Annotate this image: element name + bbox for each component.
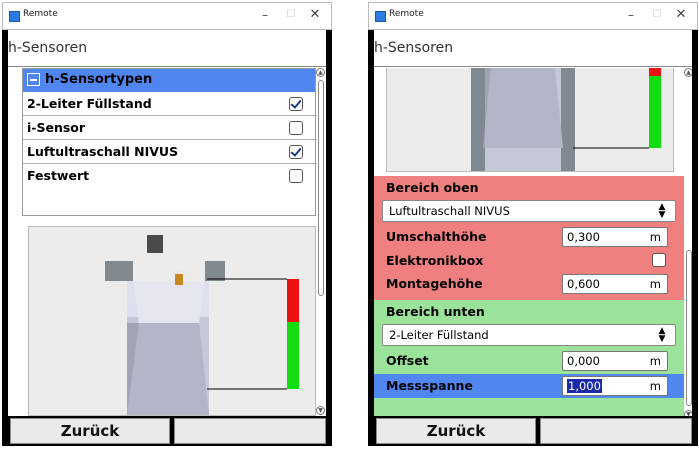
channel-illustration [471, 68, 661, 171]
sensor-head [147, 235, 163, 253]
field-unit: m [649, 379, 661, 393]
scroll-down-icon[interactable]: ▼ [684, 410, 692, 416]
channel-diagram [386, 68, 674, 172]
offset-label: Offset [386, 353, 429, 368]
window-title: Remote [389, 9, 424, 19]
spinner-icon[interactable]: ▲ ▼ [655, 327, 669, 344]
content-area: h-Sensoren h-Sensortypen 2-Leiter Füllst… [8, 30, 326, 416]
field-unit: m [649, 354, 661, 368]
minimize-button[interactable]: – [255, 6, 275, 24]
channel-diagram [28, 226, 316, 416]
messspanne-row[interactable]: Messspanne 1,000 m [374, 374, 684, 398]
scroll-up-icon[interactable]: ▲ [316, 68, 325, 77]
collapse-icon[interactable] [27, 73, 40, 86]
umschalthoehe-field[interactable]: 0,300 m [562, 227, 668, 247]
title-bar: Remote – ☐ ✕ [368, 2, 698, 30]
list-item-label: Festwert [27, 168, 90, 183]
elektronikbox-label: Elektronikbox [386, 253, 484, 268]
checkbox[interactable] [289, 121, 303, 135]
list-item-label: i-Sensor [27, 120, 86, 135]
list-item[interactable]: Festwert [23, 164, 317, 188]
field-unit: m [649, 230, 661, 244]
montagehoehe-label: Montagehöhe [386, 276, 483, 291]
page-title: h-Sensoren [8, 40, 88, 56]
channel-back [133, 281, 205, 323]
umschalthoehe-label: Umschalthöhe [386, 229, 487, 244]
maximize-button[interactable]: ☐ [647, 6, 667, 24]
divider [374, 66, 692, 67]
scrollbar-thumb[interactable] [686, 250, 692, 406]
offset-field[interactable]: 0,000 m [562, 351, 668, 371]
footer-button-empty[interactable] [540, 418, 692, 444]
list-item-label: Luftultraschall NIVUS [27, 144, 179, 159]
lower-sensor-select[interactable]: 2-Leiter Füllstand ▲ ▼ [382, 324, 676, 346]
close-button[interactable]: ✕ [305, 6, 325, 24]
field-value: 0,600 [567, 277, 600, 291]
montagehoehe-field[interactable]: 0,600 m [562, 274, 668, 294]
list-item[interactable]: 2-Leiter Füllstand [23, 92, 317, 116]
lower-range-section: Bereich unten 2-Leiter Füllstand ▲ ▼ Offs… [374, 300, 684, 416]
field-value: 1,000 [567, 379, 602, 393]
upper-sensor-select[interactable]: Luftultraschall NIVUS ▲ ▼ [382, 200, 676, 222]
lower-range-title: Bereich unten [386, 304, 485, 319]
range-bar-lower [649, 76, 661, 148]
back-button[interactable]: Zurück [10, 418, 170, 444]
messspanne-label: Messspanne [386, 378, 473, 393]
divider [8, 66, 326, 67]
checkbox[interactable] [289, 97, 303, 111]
checkbox[interactable] [289, 169, 303, 183]
window-title: Remote [23, 9, 58, 19]
scrollbar-thumb[interactable] [318, 80, 324, 296]
sensor-type-list: h-Sensortypen 2-Leiter Füllstand i-Senso… [22, 68, 317, 216]
title-bar: Remote – ☐ ✕ [2, 2, 332, 30]
footer-button-empty[interactable] [174, 418, 326, 444]
range-bar-upper [649, 68, 661, 76]
list-item[interactable]: Luftultraschall NIVUS [23, 140, 317, 164]
content-area: h-Sensoren Bereich oben Luftultraschall … [374, 30, 692, 416]
checkbox[interactable] [289, 145, 303, 159]
group-header[interactable]: h-Sensortypen [23, 69, 315, 92]
upper-range-title: Bereich oben [386, 180, 479, 195]
list-item[interactable]: i-Sensor [23, 116, 317, 140]
range-bar-lower [287, 322, 299, 389]
field-value: 0,300 [567, 230, 600, 244]
messspanne-field[interactable]: 1,000 m [562, 376, 668, 396]
back-button[interactable]: Zurück [376, 418, 536, 444]
footer: Zurück [8, 418, 326, 444]
app-icon [9, 11, 20, 22]
scroll-up-icon[interactable]: ▲ [684, 68, 692, 77]
remote-window-left: Remote – ☐ ✕ h-Sensoren h-Sensortypen 2-… [2, 2, 332, 446]
sensor-cap [173, 271, 185, 274]
scrollbar[interactable]: ▲ ▼ [316, 66, 326, 416]
close-button[interactable]: ✕ [671, 6, 691, 24]
list-item-label: 2-Leiter Füllstand [27, 96, 152, 111]
group-title: h-Sensortypen [45, 72, 153, 87]
channel-floor [127, 323, 209, 415]
channel-wall-right [561, 68, 575, 171]
upper-range-section: Bereich oben Luftultraschall NIVUS ▲ ▼ Um… [374, 176, 684, 300]
level-sensor-icon [175, 273, 183, 285]
maximize-button[interactable]: ☐ [281, 6, 301, 24]
page-title: h-Sensoren [374, 40, 454, 56]
minimize-button[interactable]: – [621, 6, 641, 24]
channel-illustration [105, 235, 299, 415]
select-value: 2-Leiter Füllstand [389, 328, 489, 342]
scrollbar[interactable]: ▲ ▼ [684, 66, 692, 416]
elektronikbox-checkbox[interactable] [652, 253, 666, 267]
spinner-icon[interactable]: ▲ ▼ [655, 203, 669, 220]
remote-window-right: Remote – ☐ ✕ h-Sensoren Bereich oben Luf… [368, 2, 698, 446]
app-icon [375, 11, 386, 22]
select-value: Luftultraschall NIVUS [389, 204, 510, 218]
field-unit: m [649, 277, 661, 291]
channel-wall-left [471, 68, 485, 171]
field-value: 0,000 [567, 354, 600, 368]
footer: Zurück [374, 418, 692, 444]
range-bar-upper [287, 279, 299, 322]
channel-floor [483, 68, 563, 148]
scroll-down-icon[interactable]: ▼ [316, 406, 325, 415]
